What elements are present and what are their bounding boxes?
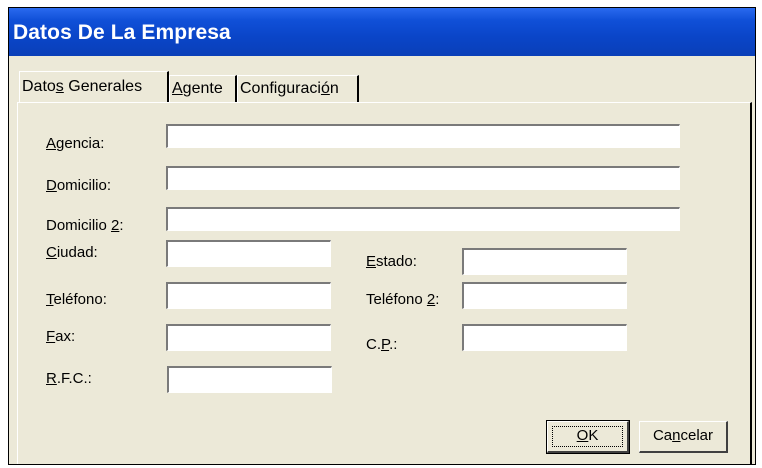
cp-input[interactable] bbox=[462, 324, 627, 351]
label-mnemonic: 2 bbox=[426, 291, 436, 308]
tab-label-part: gente bbox=[182, 80, 223, 97]
telefono-label: Teléfono: bbox=[46, 291, 107, 308]
label-mnemonic: A bbox=[46, 135, 57, 152]
title-bar[interactable]: Datos De La Empresa bbox=[9, 8, 755, 56]
label-mnemonic: R bbox=[46, 370, 57, 387]
tab-label-part: Generales bbox=[63, 78, 143, 95]
label-text: ax: bbox=[55, 328, 76, 345]
button-mnemonic: n bbox=[672, 427, 681, 444]
fax-input[interactable] bbox=[166, 324, 331, 351]
rfc-input[interactable] bbox=[167, 366, 332, 393]
ok-button[interactable]: OK bbox=[546, 420, 630, 454]
label-text: eléfono: bbox=[53, 291, 107, 308]
estado-label: Estado: bbox=[366, 253, 417, 270]
telefono2-label: Teléfono 2: bbox=[366, 291, 439, 308]
label-text: gencia: bbox=[56, 135, 105, 152]
tab-label-part: n bbox=[329, 80, 339, 97]
agencia-label: Agencia: bbox=[46, 135, 104, 152]
tab-label-part: Dato bbox=[22, 78, 56, 95]
tab-label-mnemonic: A bbox=[172, 80, 183, 97]
telefono2-input[interactable] bbox=[462, 282, 627, 309]
label-text: .F.C.: bbox=[56, 370, 92, 387]
fax-label: Fax: bbox=[46, 328, 75, 345]
label-mnemonic: F bbox=[46, 328, 56, 345]
domicilio-label: Domicilio: bbox=[46, 177, 111, 194]
dialog-window: Datos De La Empresa Datos Generales Agen… bbox=[8, 7, 756, 465]
label-mnemonic: P bbox=[381, 336, 390, 353]
label-text: : bbox=[119, 217, 124, 234]
focus-rect bbox=[552, 426, 623, 447]
label-mnemonic: E bbox=[366, 253, 377, 270]
label-text: C. bbox=[366, 336, 381, 353]
label-text: iudad: bbox=[56, 244, 98, 261]
tab-label-part: Configuraci bbox=[240, 80, 321, 97]
label-text: omicilio: bbox=[56, 177, 112, 194]
label-text: Teléfono bbox=[366, 291, 427, 308]
label-mnemonic: D bbox=[46, 177, 57, 194]
tab-label-mnemonic: s bbox=[55, 78, 64, 95]
tab-label-mnemonic: ó bbox=[320, 80, 330, 97]
window-title: Datos De La Empresa bbox=[13, 21, 231, 44]
domicilio2-label: Domicilio 2: bbox=[46, 217, 124, 234]
cancel-button[interactable]: Cancelar bbox=[639, 421, 728, 453]
ciudad-input[interactable] bbox=[166, 240, 331, 267]
tab-configuracion[interactable]: Configuración bbox=[237, 75, 359, 103]
estado-input[interactable] bbox=[462, 248, 627, 275]
domicilio2-input[interactable] bbox=[166, 207, 680, 231]
tab-agente[interactable]: Agente bbox=[169, 75, 237, 103]
label-text: .: bbox=[389, 336, 398, 353]
label-text: Domicilio bbox=[46, 217, 112, 234]
label-mnemonic: T bbox=[46, 291, 54, 308]
rfc-label: R.F.C.: bbox=[46, 370, 92, 387]
button-label: Ca bbox=[652, 427, 673, 444]
tab-panel bbox=[17, 102, 752, 464]
domicilio-input[interactable] bbox=[166, 166, 680, 190]
label-mnemonic: C bbox=[46, 244, 57, 261]
telefono-input[interactable] bbox=[166, 282, 331, 309]
button-label: celar bbox=[680, 427, 714, 444]
cp-label: C.P.: bbox=[366, 336, 397, 353]
ciudad-label: Ciudad: bbox=[46, 244, 98, 261]
agencia-input[interactable] bbox=[166, 124, 680, 148]
tab-datos-generales[interactable]: Datos Generales bbox=[19, 71, 169, 102]
label-text: : bbox=[435, 291, 440, 308]
label-text: stado: bbox=[376, 253, 417, 270]
